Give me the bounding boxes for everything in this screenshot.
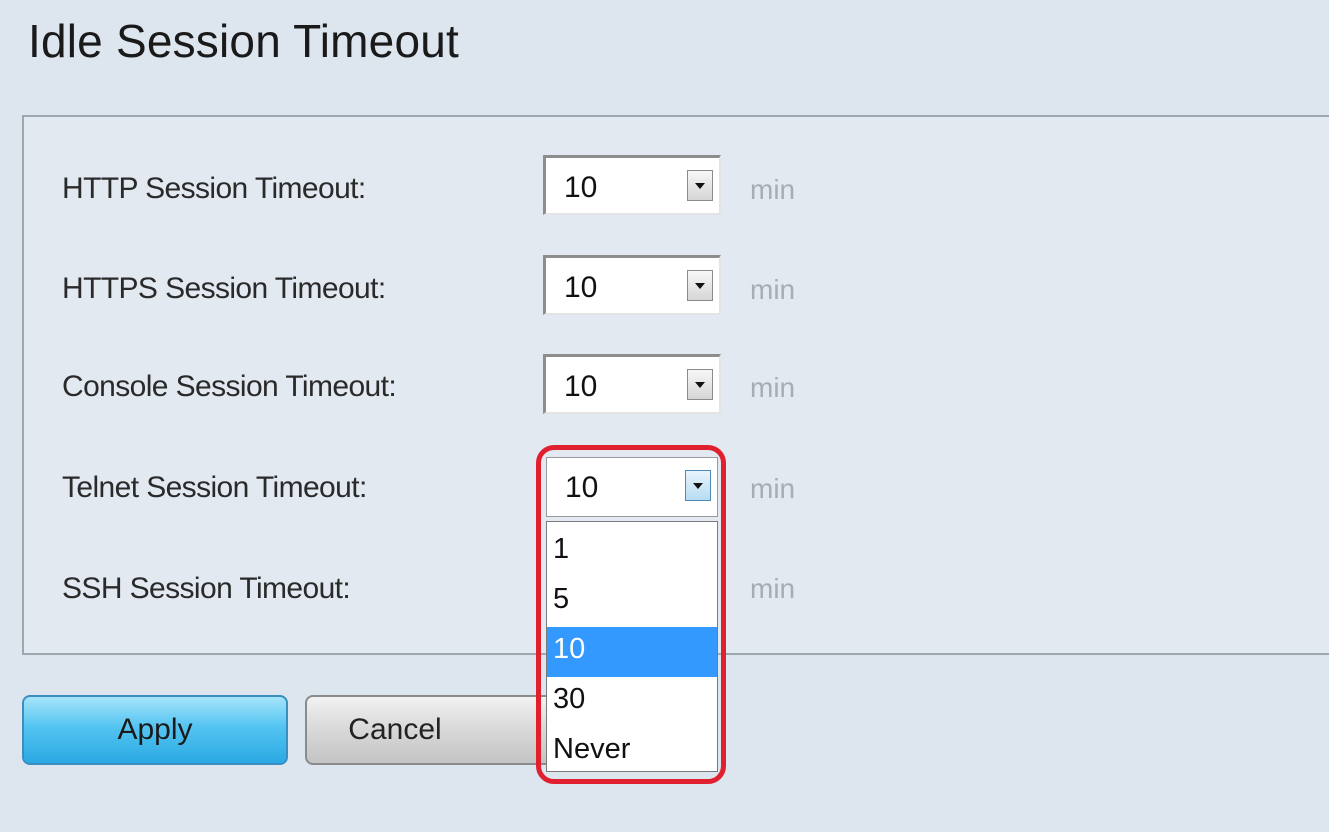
cancel-button[interactable]: Cancel <box>305 695 555 765</box>
page-title: Idle Session Timeout <box>28 15 460 67</box>
https-timeout-unit: min <box>750 274 796 305</box>
http-timeout-value: 10 <box>564 171 598 204</box>
http-timeout-unit: min <box>750 174 796 205</box>
http-timeout-label: HTTP Session Timeout: <box>62 172 366 205</box>
https-timeout-label: HTTPS Session Timeout: <box>62 272 386 305</box>
https-timeout-value: 10 <box>564 271 598 304</box>
chevron-down-icon[interactable] <box>687 270 713 301</box>
http-timeout-select[interactable]: 10 <box>543 155 721 215</box>
telnet-timeout-unit: min <box>750 473 796 504</box>
ssh-timeout-unit: min <box>750 573 796 604</box>
apply-button[interactable]: Apply <box>22 695 288 765</box>
chevron-down-icon[interactable] <box>687 369 713 400</box>
chevron-down-icon[interactable] <box>687 170 713 201</box>
highlight-annotation <box>536 445 726 784</box>
console-timeout-select[interactable]: 10 <box>543 354 721 414</box>
console-timeout-unit: min <box>750 372 796 403</box>
https-timeout-select[interactable]: 10 <box>543 255 721 315</box>
console-timeout-value: 10 <box>564 370 598 403</box>
telnet-timeout-label: Telnet Session Timeout: <box>62 471 367 504</box>
ssh-timeout-label: SSH Session Timeout: <box>62 572 351 605</box>
console-timeout-label: Console Session Timeout: <box>62 370 397 403</box>
